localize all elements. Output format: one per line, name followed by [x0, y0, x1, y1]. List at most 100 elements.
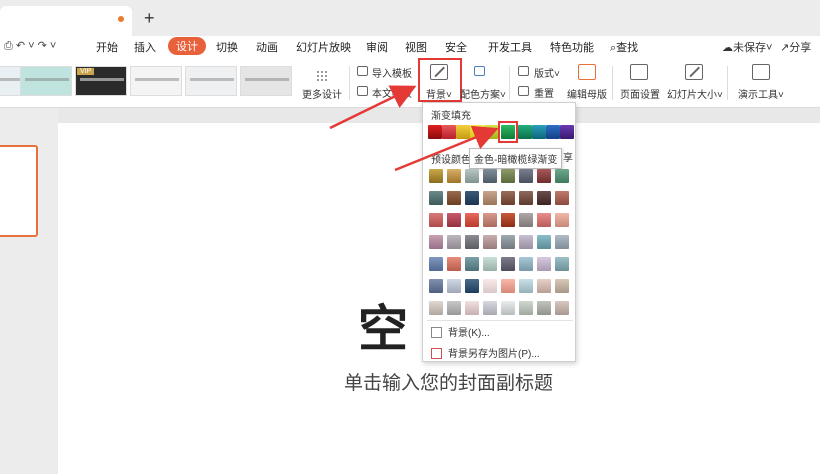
preset-swatch[interactable]	[519, 191, 533, 205]
preset-swatch[interactable]	[501, 257, 515, 271]
preset-swatch[interactable]	[537, 301, 551, 315]
preset-swatch[interactable]	[519, 301, 533, 315]
preset-swatch[interactable]	[519, 213, 533, 227]
menu-tab-view[interactable]: 视图	[405, 39, 427, 55]
slide-size-button[interactable]: 幻灯片大小˅	[667, 86, 723, 101]
preset-swatch[interactable]	[483, 257, 497, 271]
gradient-swatch[interactable]	[484, 125, 498, 139]
present-tools-button[interactable]: 演示工具˅	[738, 86, 784, 101]
preset-swatch[interactable]	[429, 257, 443, 271]
preset-swatch[interactable]	[501, 213, 515, 227]
more-design-button[interactable]: 更多设计	[302, 86, 342, 101]
preset-swatch[interactable]	[465, 235, 479, 249]
menu-tab-slideshow[interactable]: 幻灯片放映	[296, 39, 351, 55]
preset-swatch[interactable]	[447, 213, 461, 227]
preset-swatch[interactable]	[465, 169, 479, 183]
template-thumb-5[interactable]	[185, 66, 237, 96]
gradient-swatch[interactable]	[442, 125, 456, 139]
preset-swatch[interactable]	[555, 213, 569, 227]
quick-access-icons[interactable]: ⎙ ↶ ˅ ↷ ˅	[4, 39, 56, 53]
preset-swatch[interactable]	[555, 279, 569, 293]
save-status[interactable]: ☁未保存˅	[722, 39, 772, 55]
menu-tab-security[interactable]: 安全	[445, 39, 467, 55]
preset-swatch[interactable]	[465, 279, 479, 293]
preset-swatch[interactable]	[447, 191, 461, 205]
reset-button[interactable]: 重置	[534, 85, 554, 100]
preset-swatch[interactable]	[537, 191, 551, 205]
preset-swatch[interactable]	[555, 191, 569, 205]
template-thumb-2[interactable]	[20, 66, 72, 96]
menu-tab-design[interactable]: 设计	[168, 37, 206, 55]
gradient-swatch[interactable]	[456, 125, 470, 139]
preset-swatch[interactable]	[429, 235, 443, 249]
save-background-image-item[interactable]: 背景另存为图片(P)...	[431, 345, 540, 360]
preset-swatch[interactable]	[537, 257, 551, 271]
preset-swatch[interactable]	[501, 235, 515, 249]
background-settings-item[interactable]: 背景(K)...	[431, 324, 490, 339]
menu-tab-transition[interactable]: 切换	[216, 39, 238, 55]
preset-swatch[interactable]	[519, 257, 533, 271]
preset-swatch[interactable]	[465, 301, 479, 315]
preset-swatch[interactable]	[483, 301, 497, 315]
preset-swatch[interactable]	[555, 235, 569, 249]
menu-tab-features[interactable]: 特色功能	[550, 39, 594, 55]
preset-swatch[interactable]	[429, 191, 443, 205]
preset-swatch[interactable]	[501, 279, 515, 293]
preset-swatch[interactable]	[429, 169, 443, 183]
preset-swatch[interactable]	[465, 191, 479, 205]
preset-swatch[interactable]	[555, 301, 569, 315]
preset-swatch[interactable]	[519, 169, 533, 183]
preset-swatch[interactable]	[447, 169, 461, 183]
preset-swatch[interactable]	[501, 169, 515, 183]
preset-swatch[interactable]	[537, 213, 551, 227]
preset-swatch[interactable]	[537, 169, 551, 183]
preset-swatch[interactable]	[519, 279, 533, 293]
preset-swatch[interactable]	[429, 213, 443, 227]
gradient-swatch[interactable]	[470, 125, 484, 139]
preset-swatch[interactable]	[465, 257, 479, 271]
slide-title[interactable]: 空	[358, 289, 410, 361]
layout-button[interactable]: 版式˅	[534, 65, 560, 80]
preset-swatch[interactable]	[483, 235, 497, 249]
preset-swatch[interactable]	[483, 279, 497, 293]
preset-swatch[interactable]	[555, 169, 569, 183]
preset-swatch[interactable]	[537, 235, 551, 249]
preset-swatch[interactable]	[537, 279, 551, 293]
preset-swatch[interactable]	[465, 213, 479, 227]
color-scheme-button[interactable]: 配色方案˅	[460, 86, 506, 101]
preset-swatch[interactable]	[483, 213, 497, 227]
preset-swatch[interactable]	[501, 191, 515, 205]
preset-swatch[interactable]	[555, 257, 569, 271]
page-setup-button[interactable]: 页面设置	[620, 86, 660, 101]
preset-swatch[interactable]	[447, 301, 461, 315]
edit-master-button[interactable]: 编辑母版	[567, 86, 607, 101]
menu-tab-home[interactable]: 开始	[96, 39, 118, 55]
preset-swatch[interactable]	[447, 257, 461, 271]
gradient-swatch[interactable]	[546, 125, 560, 139]
preset-swatch[interactable]	[429, 279, 443, 293]
preset-swatch[interactable]	[447, 235, 461, 249]
gradient-swatch[interactable]	[560, 125, 574, 139]
preset-swatch[interactable]	[483, 169, 497, 183]
template-thumb-4[interactable]	[130, 66, 182, 96]
import-template-button[interactable]: 导入模板	[372, 65, 412, 80]
preset-swatch[interactable]	[483, 191, 497, 205]
preset-swatch[interactable]	[519, 235, 533, 249]
new-tab-plus-icon[interactable]: +	[144, 8, 155, 29]
document-tab[interactable]	[0, 6, 132, 36]
preset-swatch[interactable]	[501, 301, 515, 315]
template-thumb-3[interactable]: VIP	[75, 66, 127, 96]
this-doc-template-button[interactable]: 本文模板	[372, 85, 412, 100]
gradient-swatch[interactable]	[428, 125, 442, 139]
slide-subtitle[interactable]: 单击输入您的封面副标题	[344, 368, 553, 395]
gradient-swatch[interactable]	[532, 125, 546, 139]
slide-thumbnail[interactable]	[0, 145, 38, 237]
menu-tab-animation[interactable]: 动画	[256, 39, 278, 55]
menu-tab-developer[interactable]: 开发工具	[488, 39, 532, 55]
menu-tab-review[interactable]: 审阅	[366, 39, 388, 55]
menu-tab-insert[interactable]: 插入	[134, 39, 156, 55]
share-button[interactable]: ↗分享	[780, 39, 811, 55]
preset-swatch[interactable]	[429, 301, 443, 315]
preset-swatch[interactable]	[447, 279, 461, 293]
gradient-swatch[interactable]	[518, 125, 532, 139]
